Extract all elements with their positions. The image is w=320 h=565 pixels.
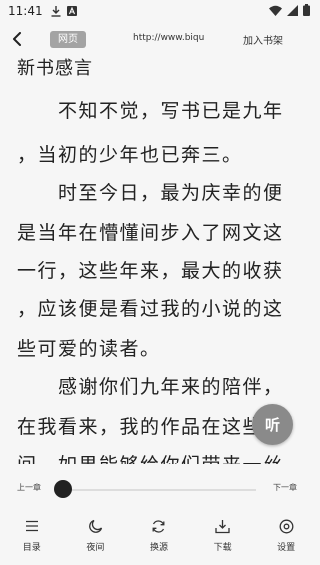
bottom-nav: 目录 夜间 换源 下载 设置 xyxy=(0,512,318,558)
refresh-icon xyxy=(151,516,166,536)
nav-switch-source[interactable]: 换源 xyxy=(127,512,191,558)
list-icon xyxy=(25,516,39,536)
text-line: 时至今日，最为庆幸的便 xyxy=(17,182,284,204)
source-url[interactable]: http://www.biqu xyxy=(133,33,204,43)
text-line: 是当年在懵懂间步入了网文这 xyxy=(17,222,284,244)
signal-icon xyxy=(287,4,298,16)
status-bar: 11:41 xyxy=(0,0,318,22)
web-page-button[interactable]: 网页 xyxy=(50,31,86,48)
text-line: 不知不觉，写书已是九年 xyxy=(17,100,284,122)
chapter-slider-track[interactable] xyxy=(56,489,256,491)
chapter-content[interactable]: 新书感言 不知不觉，写书已是九年 ，当初的少年也已奔三。 时至今日，最为庆幸的便… xyxy=(0,52,318,464)
nav-contents[interactable]: 目录 xyxy=(0,512,64,558)
next-chapter-button[interactable]: 下一章 xyxy=(273,482,297,493)
status-icons-right xyxy=(269,4,310,16)
nav-label: 夜间 xyxy=(86,543,105,553)
status-time: 11:41 xyxy=(8,4,43,18)
nav-label: 设置 xyxy=(277,543,296,553)
listen-button[interactable]: 听 xyxy=(252,404,293,445)
nav-download[interactable]: 下载 xyxy=(191,512,255,558)
nav-label: 下载 xyxy=(213,543,232,553)
chapter-progress: 上一章 下一章 xyxy=(0,478,318,502)
nav-night-mode[interactable]: 夜间 xyxy=(64,512,128,558)
prev-chapter-button[interactable]: 上一章 xyxy=(17,482,41,493)
chapter-title: 新书感言 xyxy=(17,58,93,79)
add-to-shelf-button[interactable]: 加入书架 xyxy=(243,32,283,47)
download-tray-icon xyxy=(215,516,230,536)
text-line: 一行，这些年来，最大的收获 xyxy=(17,260,284,282)
nav-label: 换源 xyxy=(149,543,168,553)
chapter-slider-thumb[interactable] xyxy=(54,480,72,498)
settings-icon xyxy=(279,516,294,536)
nav-settings[interactable]: 设置 xyxy=(254,512,318,558)
text-line: 些可爱的读者。 xyxy=(17,338,161,360)
back-arrow-icon xyxy=(12,31,22,50)
nav-label: 目录 xyxy=(22,543,41,553)
text-line: 间，如果能够给你们带来一丝 xyxy=(17,450,307,464)
text-line: 感谢你们九年来的陪伴， xyxy=(17,376,284,398)
text-line: ，当初的少年也已奔三。 xyxy=(17,144,243,166)
app-a-icon xyxy=(66,6,77,16)
moon-icon xyxy=(88,516,103,536)
status-icons-left xyxy=(51,5,77,17)
wifi-icon xyxy=(269,5,282,16)
reader-top-bar: 网页 http://www.biqu 加入书架 xyxy=(0,28,318,52)
back-button[interactable] xyxy=(8,30,26,50)
text-line: ，应该便是看过我的小说的这 xyxy=(17,298,284,320)
battery-icon xyxy=(303,4,310,16)
download-icon xyxy=(51,5,61,17)
